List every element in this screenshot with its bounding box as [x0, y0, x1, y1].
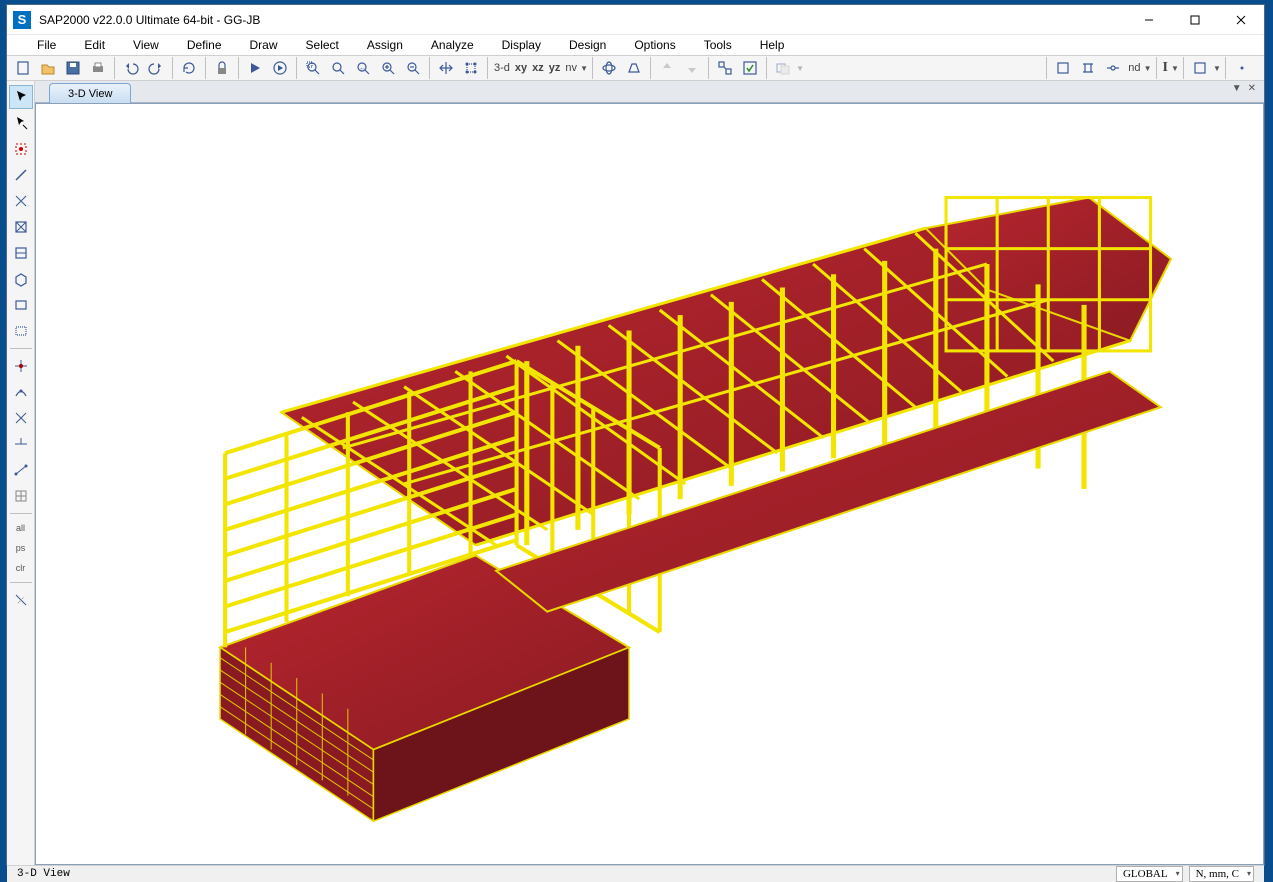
- view-area: 3-D View ▼ ✕: [35, 81, 1264, 865]
- view-xz-button[interactable]: xz: [530, 62, 546, 74]
- view-xy-button[interactable]: xy: [513, 62, 529, 74]
- menu-edit[interactable]: Edit: [70, 35, 119, 55]
- titlebar: S SAP2000 v22.0.0 Ultimate 64-bit - GG-J…: [7, 5, 1264, 35]
- snap-point-icon[interactable]: [9, 354, 33, 378]
- more-icon[interactable]: [1230, 56, 1254, 80]
- menubar: File Edit View Define Draw Select Assign…: [7, 35, 1264, 55]
- save-icon[interactable]: [61, 56, 85, 80]
- menu-define[interactable]: Define: [173, 35, 236, 55]
- statusbar: 3-D View GLOBAL N, mm, C: [7, 865, 1264, 882]
- menu-view[interactable]: View: [119, 35, 173, 55]
- menu-file[interactable]: File: [23, 35, 70, 55]
- status-view-label: 3-D View: [17, 868, 1110, 880]
- new-model-icon[interactable]: [11, 56, 35, 80]
- units-dropdown[interactable]: N, mm, C: [1189, 866, 1254, 882]
- i-dropdown-icon[interactable]: ▼: [1171, 64, 1179, 73]
- menu-select[interactable]: Select: [292, 35, 353, 55]
- menu-draw[interactable]: Draw: [236, 35, 292, 55]
- print-icon[interactable]: [86, 56, 110, 80]
- previous-selection-button[interactable]: ps: [9, 539, 33, 557]
- quick-draw-brace-icon[interactable]: [9, 215, 33, 239]
- snap-midpoint-icon[interactable]: [9, 380, 33, 404]
- quick-draw-secondary-icon[interactable]: [9, 241, 33, 265]
- perspective-icon[interactable]: [622, 56, 646, 80]
- quick-draw-frame-icon[interactable]: [9, 189, 33, 213]
- close-button[interactable]: [1218, 5, 1264, 35]
- assign-icon[interactable]: [771, 56, 795, 80]
- select-all-button[interactable]: all: [9, 519, 33, 537]
- area-dropdown-icon[interactable]: ▼: [1213, 64, 1221, 73]
- i-section-button[interactable]: I: [1161, 60, 1170, 76]
- move-down-icon[interactable]: [680, 56, 704, 80]
- undo-icon[interactable]: [119, 56, 143, 80]
- open-icon[interactable]: [36, 56, 60, 80]
- zoom-window-icon[interactable]: [301, 56, 325, 80]
- release-icon[interactable]: [1101, 56, 1125, 80]
- move-up-icon[interactable]: [655, 56, 679, 80]
- show-grid-icon[interactable]: [459, 56, 483, 80]
- snap-perpendicular-icon[interactable]: [9, 432, 33, 456]
- menu-analyze[interactable]: Analyze: [417, 35, 488, 55]
- redo-icon[interactable]: [144, 56, 168, 80]
- view-tab-strip: 3-D View ▼ ✕: [35, 81, 1264, 103]
- svg-text:←: ←: [359, 65, 366, 72]
- zoom-out-icon[interactable]: [401, 56, 425, 80]
- draw-poly-area-icon[interactable]: [9, 267, 33, 291]
- menu-display[interactable]: Display: [488, 35, 555, 55]
- draw-frame-icon[interactable]: [9, 163, 33, 187]
- app-window: S SAP2000 v22.0.0 Ultimate 64-bit - GG-J…: [6, 4, 1265, 866]
- run-analysis-icon[interactable]: [243, 56, 267, 80]
- zoom-in-icon[interactable]: [376, 56, 400, 80]
- view-3d-button[interactable]: 3-d: [492, 62, 512, 74]
- maximize-button[interactable]: [1172, 5, 1218, 35]
- minimize-button[interactable]: [1126, 5, 1172, 35]
- pointer-tool-icon[interactable]: [9, 85, 33, 109]
- object-shrink-icon[interactable]: [713, 56, 737, 80]
- zoom-previous-icon[interactable]: ←: [351, 56, 375, 80]
- model-3d-view: [36, 104, 1263, 864]
- snap-grid-icon[interactable]: [9, 484, 33, 508]
- joint-restraint-icon[interactable]: [1076, 56, 1100, 80]
- menu-design[interactable]: Design: [555, 35, 620, 55]
- intersecting-line-select-icon[interactable]: [9, 588, 33, 612]
- tab-close-icon[interactable]: ✕: [1248, 83, 1256, 94]
- nd-dropdown-icon[interactable]: ▼: [1144, 64, 1152, 73]
- refresh-icon[interactable]: [177, 56, 201, 80]
- workspace: all ps clr 3-D View ▼ ✕: [7, 81, 1264, 865]
- menu-help[interactable]: Help: [746, 35, 799, 55]
- clear-selection-button[interactable]: clr: [9, 559, 33, 577]
- view-dropdown-icon[interactable]: ▼: [580, 64, 588, 73]
- tab-menu-icon[interactable]: ▼: [1232, 83, 1242, 94]
- frame-section-icon[interactable]: [1051, 56, 1075, 80]
- view-tab-3d[interactable]: 3-D View: [49, 83, 131, 103]
- set-display-options-icon[interactable]: [738, 56, 762, 80]
- main-toolbar: ← 3-d xy xz yz nv ▼ ▼ nd ▼: [7, 55, 1264, 81]
- draw-rect-area-icon[interactable]: [9, 293, 33, 317]
- snap-intersection-icon[interactable]: [9, 406, 33, 430]
- menu-options[interactable]: Options: [620, 35, 689, 55]
- nd-button[interactable]: nd: [1126, 62, 1142, 74]
- pan-icon[interactable]: [434, 56, 458, 80]
- menu-tools[interactable]: Tools: [690, 35, 746, 55]
- menu-assign[interactable]: Assign: [353, 35, 417, 55]
- reshape-tool-icon[interactable]: [9, 111, 33, 135]
- left-toolbar: all ps clr: [7, 81, 35, 865]
- model-canvas[interactable]: [35, 103, 1264, 865]
- draw-special-joint-icon[interactable]: [9, 137, 33, 161]
- snap-line-icon[interactable]: [9, 458, 33, 482]
- view-nv-button[interactable]: nv: [563, 62, 579, 74]
- view-yz-button[interactable]: yz: [547, 62, 563, 74]
- assign-dropdown-icon[interactable]: ▼: [796, 64, 804, 73]
- app-icon: S: [13, 11, 31, 29]
- quick-draw-area-icon[interactable]: [9, 319, 33, 343]
- lock-icon[interactable]: [210, 56, 234, 80]
- rotate-3d-icon[interactable]: [597, 56, 621, 80]
- run-last-icon[interactable]: [268, 56, 292, 80]
- zoom-full-icon[interactable]: [326, 56, 350, 80]
- coord-system-dropdown[interactable]: GLOBAL: [1116, 866, 1183, 882]
- window-title: SAP2000 v22.0.0 Ultimate 64-bit - GG-JB: [39, 13, 1126, 27]
- area-section-icon[interactable]: [1188, 56, 1212, 80]
